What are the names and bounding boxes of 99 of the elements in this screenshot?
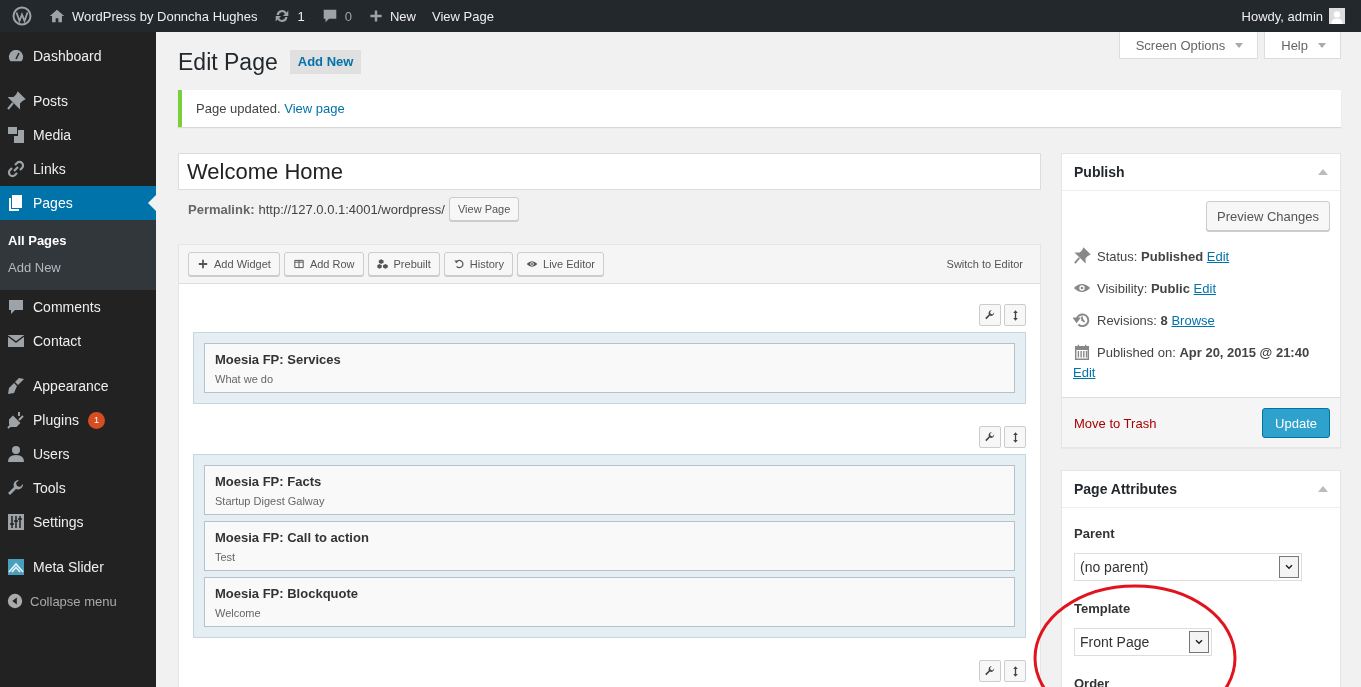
widget-description: What we do [215,373,275,385]
permalink-url: http://127.0.0.1:4001/wordpress/ [258,201,445,217]
row-move-handle[interactable] [1004,660,1026,682]
publish-meta-text: Revisions: 8 [1097,313,1168,328]
plus-icon [197,258,209,270]
media-icon [6,125,26,145]
title-field[interactable]: Welcome Home [178,153,1041,190]
pushpin-icon [6,91,26,111]
home-icon [48,7,66,25]
edit-link[interactable]: Edit [1073,365,1096,380]
field-label: Template [1074,601,1132,616]
pushpin-icon [1073,247,1091,265]
widget-description: Test [215,551,237,563]
sliders-icon [6,512,26,532]
publish-meta-text: Visibility: Public [1097,281,1190,296]
widget-description: Startup Digest Galway [215,495,326,507]
builder-toolbar-button[interactable]: History [443,252,514,276]
sidebar-menu-item[interactable]: Dashboard [0,39,156,73]
wrench-icon [984,431,996,443]
publish-meta-text: Published on: Apr 20, 2015 @ 21:40 [1097,345,1310,360]
avatar-icon [1329,8,1345,24]
submenu-item[interactable]: All Pages [0,227,156,254]
widget-card[interactable]: Moesia FP: Call to action Test [204,521,1015,571]
sidebar-menu-item[interactable]: Posts [0,84,156,118]
view-page-button[interactable]: View Page [448,197,520,221]
row-move-handle[interactable] [1004,426,1026,448]
speech-bubble-icon [6,297,26,317]
paintbrush-icon [6,376,26,396]
widget-title: Moesia FP: Blockquote [215,586,360,601]
sidebar-menu-item[interactable]: Tools [0,471,156,505]
sidebar-menu-item[interactable]: Media [0,118,156,152]
sidebar-menu-item[interactable]: Users [0,437,156,471]
chain-link-icon [6,159,26,179]
sidebar-menu-item[interactable]: Plugins 1 [0,403,156,437]
screen-meta-tab[interactable]: Help [1264,32,1341,59]
sidebar-menu-item[interactable]: Comments [0,290,156,324]
user-icon [6,444,26,464]
screen-meta-tab[interactable]: Screen Options [1118,32,1259,59]
publish-meta-text: Status: Published [1097,249,1204,264]
widget-title: Moesia FP: Services [215,352,342,367]
panel-title: Publish [1074,164,1125,180]
eye-icon [526,258,539,270]
widget-card[interactable]: Moesia FP: Blockquote Welcome [204,577,1015,627]
cubes-icon [376,258,389,270]
wrench-icon [6,478,26,498]
field-label: Parent [1074,526,1116,541]
row-settings-button[interactable] [979,426,1001,448]
edit-link[interactable]: Edit [1193,281,1216,296]
history-icon [1073,311,1091,329]
view-page-link[interactable]: View page [284,101,345,116]
mountain-icon [6,557,26,577]
wrench-icon [984,309,996,321]
undo-icon [452,258,465,270]
edit-link[interactable]: Edit [1206,249,1230,264]
sidebar-menu-item[interactable]: Links [0,152,156,186]
wrench-icon [984,665,996,677]
page-heading: Edit Page [178,48,278,77]
permalink-label: Permalink: [188,201,255,217]
builder-toolbar-button[interactable]: Live Editor [517,252,605,276]
notice-text: Page updated. [196,101,281,116]
row-settings-button[interactable] [979,304,1001,326]
left-arrow-circle-icon [6,592,24,610]
collapse-menu-button[interactable]: Collapse menu [0,584,156,618]
parent-select[interactable]: (no parent) [1074,553,1302,581]
edit-link[interactable]: Browse [1171,313,1215,328]
switch-to-editor-link[interactable]: Switch to Editor [946,258,1023,270]
widget-card[interactable]: Moesia FP: Services What we do [204,343,1015,393]
new-link[interactable]: New [359,0,424,32]
update-count-badge: 1 [87,411,105,429]
sidebar-menu-item[interactable]: Settings [0,505,156,539]
updates-link[interactable]: 1 [265,0,313,32]
template-select[interactable]: Front Page [1074,628,1212,656]
builder-toolbar-button[interactable]: Prebuilt [367,252,440,276]
builder-toolbar-button[interactable]: Add Row [283,252,364,276]
row-settings-button[interactable] [979,660,1001,682]
sidebar-menu-item[interactable]: Pages [0,186,156,220]
plug-icon [6,410,26,430]
plus-icon [367,8,384,24]
submenu-item[interactable]: Add New [0,254,156,281]
preview-changes-button[interactable]: Preview Changes [1206,201,1330,231]
panel-title: Page Attributes [1074,481,1177,497]
builder-toolbar-button[interactable]: Add Widget [188,252,280,276]
site-name-link[interactable]: WordPress by Donncha Hughes [40,0,266,32]
wordpress-logo-icon [12,6,32,26]
calendar-icon [1073,343,1091,361]
view-page-link[interactable]: View Page [423,0,502,32]
account-menu[interactable]: Howdy, admin [1233,0,1353,32]
comments-link[interactable]: 0 [312,0,360,32]
widget-description: Welcome [215,607,262,619]
sidebar-menu-item[interactable]: Meta Slider [0,550,156,584]
row-move-handle[interactable] [1004,304,1026,326]
move-to-trash-link[interactable]: Move to Trash [1074,415,1157,431]
widget-title: Moesia FP: Call to action [215,530,370,545]
widget-title: Moesia FP: Facts [215,474,323,489]
widget-card[interactable]: Moesia FP: Facts Startup Digest Galway [204,465,1015,515]
sidebar-menu-item[interactable]: Appearance [0,369,156,403]
columns-icon [292,258,305,270]
add-new-button[interactable]: Add New [289,50,362,74]
sidebar-menu-item[interactable]: Contact [0,324,156,358]
